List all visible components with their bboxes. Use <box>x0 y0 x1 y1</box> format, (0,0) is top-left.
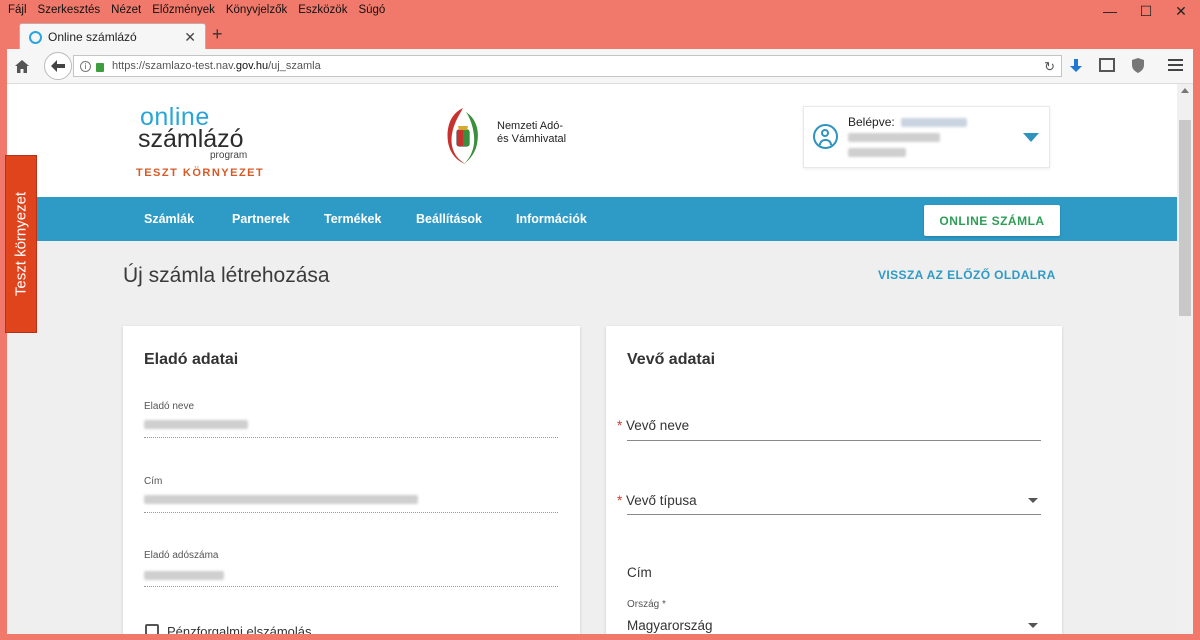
tab-title: Online számlázó <box>48 30 137 44</box>
user-icon <box>813 124 838 149</box>
hamburger-menu-icon[interactable] <box>1167 57 1183 73</box>
redacted-username <box>901 118 968 128</box>
chevron-down-icon[interactable] <box>1023 133 1039 142</box>
close-window-button[interactable]: ✕ <box>1163 0 1199 22</box>
page-title: Új számla létrehozása <box>123 264 330 287</box>
online-invoice-button[interactable]: ONLINE SZÁMLA <box>924 205 1060 236</box>
page-content: online számlázó program TESZT KÖRNYEZET … <box>7 84 1177 634</box>
shield-icon[interactable] <box>1131 57 1145 74</box>
seller-tax-label: Eladó adószáma <box>144 550 219 561</box>
maximize-button[interactable]: ☐ <box>1128 0 1164 22</box>
ribbon-label: Teszt környezet <box>12 191 30 297</box>
logo-szamlazo: számlázó <box>138 125 244 153</box>
test-environment-ribbon[interactable]: Teszt környezet <box>5 155 37 333</box>
nav-item-partners[interactable]: Partnerek <box>232 212 290 226</box>
required-mark: * <box>617 493 623 508</box>
browser-window: Fájl Szerkesztés Nézet Előzmények Könyvj… <box>0 0 1200 640</box>
logged-in-text: Belépve: <box>848 115 895 129</box>
authority-line-1: Nemzeti Adó- <box>497 120 564 132</box>
back-arrow-icon <box>51 60 65 72</box>
menu-help[interactable]: Súgó <box>358 4 385 16</box>
tab-online-szamlazo[interactable]: Online számlázó ✕ <box>19 23 206 50</box>
tax-authority-name: Nemzeti Adó- és Vámhivatal <box>497 120 566 146</box>
back-to-previous-link[interactable]: VISSZA AZ ELŐZŐ OLDALRA <box>878 268 1056 282</box>
tab-bar: Online számlázó ✕ + <box>0 20 1200 50</box>
buyer-type-field-label: * Vevő típusa <box>617 493 697 508</box>
menu-view[interactable]: Nézet <box>111 4 141 16</box>
url-prefix: https://szamlazo-test.nav. <box>112 60 236 72</box>
nav-crest-icon <box>447 108 478 164</box>
menu-edit[interactable]: Szerkesztés <box>38 4 101 16</box>
buyer-name-label: Vevő neve <box>626 418 690 433</box>
info-icon[interactable]: i <box>80 60 91 72</box>
vertical-scrollbar[interactable] <box>1177 84 1193 634</box>
buyer-type-select[interactable] <box>627 514 1041 515</box>
buyer-name-input[interactable] <box>627 440 1041 441</box>
seller-card: Eladó adatai Eladó neve Cím Eladó adószá… <box>123 326 580 634</box>
lock-icon <box>96 62 104 72</box>
scroll-up-icon[interactable] <box>1181 88 1189 93</box>
nav-item-settings[interactable]: Beállítások <box>416 212 482 226</box>
reader-view-icon[interactable] <box>1099 58 1115 72</box>
buyer-address-heading: Cím <box>627 565 652 580</box>
buyer-type-dropdown-icon[interactable] <box>1028 498 1038 503</box>
country-dropdown-icon[interactable] <box>1028 623 1038 628</box>
nav-item-invoices[interactable]: Számlák <box>144 212 194 226</box>
test-environment-label: TESZT KÖRNYEZET <box>136 167 265 179</box>
redacted-company <box>848 133 940 142</box>
buyer-type-label: Vevő típusa <box>626 493 697 508</box>
url-path: /uj_szamla <box>268 60 321 72</box>
minimize-button[interactable]: — <box>1092 0 1128 22</box>
seller-title: Eladó adatai <box>144 351 239 368</box>
nav-item-information[interactable]: Információk <box>516 212 587 226</box>
nav-item-products[interactable]: Termékek <box>324 212 381 226</box>
menu-tools[interactable]: Eszközök <box>298 4 347 16</box>
seller-tax-value <box>144 571 224 580</box>
seller-name-label: Eladó neve <box>144 401 195 412</box>
seller-name-value <box>144 420 248 429</box>
user-menu[interactable]: Belépve: <box>803 106 1050 168</box>
logged-in-label: Belépve: <box>848 115 968 129</box>
authority-line-2: és Vámhivatal <box>497 133 567 145</box>
url-domain: gov.hu <box>235 60 269 72</box>
country-value[interactable]: Magyarország <box>627 618 713 633</box>
seller-name-field <box>144 437 558 438</box>
country-label: Ország * <box>627 599 666 610</box>
seller-address-field <box>144 512 558 513</box>
redacted-taxnumber <box>848 148 906 157</box>
buyer-title: Vevő adatai <box>627 351 716 368</box>
downloads-icon[interactable] <box>1067 57 1085 75</box>
url-bar[interactable]: i https://szamlazo-test.nav. gov.hu/uj_sz… <box>73 55 1062 77</box>
site-favicon-icon <box>29 30 42 44</box>
home-icon[interactable] <box>13 57 31 75</box>
navigation-toolbar: i https://szamlazo-test.nav. gov.hu/uj_sz… <box>7 49 1193 84</box>
menu-bookmarks[interactable]: Könyvjelzők <box>226 4 287 16</box>
cash-accounting-label: Pénzforgalmi elszámolás <box>167 624 312 634</box>
menu-file[interactable]: Fájl <box>8 4 27 16</box>
seller-tax-field <box>144 586 558 587</box>
main-navigation: Számlák Partnerek Termékek Beállítások I… <box>7 197 1177 241</box>
buyer-name-field-label: * Vevő neve <box>617 418 689 433</box>
buyer-card: Vevő adatai * Vevő neve * Vevő típusa Cí… <box>606 326 1062 634</box>
new-tab-button[interactable]: + <box>212 24 223 45</box>
seller-address-value <box>144 495 418 504</box>
required-mark: * <box>617 418 623 433</box>
back-button[interactable] <box>44 52 72 80</box>
site-header: online számlázó program TESZT KÖRNYEZET … <box>7 84 1177 197</box>
cash-accounting-checkbox[interactable] <box>145 624 159 634</box>
scrollbar-thumb[interactable] <box>1179 120 1191 316</box>
menu-bar: Fájl Szerkesztés Nézet Előzmények Könyvj… <box>0 0 1090 20</box>
seller-address-label: Cím <box>144 476 163 487</box>
tab-close-icon[interactable]: ✕ <box>184 29 196 46</box>
reload-icon[interactable]: ↻ <box>1044 59 1055 75</box>
logo-program: program <box>210 150 248 161</box>
menu-history[interactable]: Előzmények <box>152 4 215 16</box>
